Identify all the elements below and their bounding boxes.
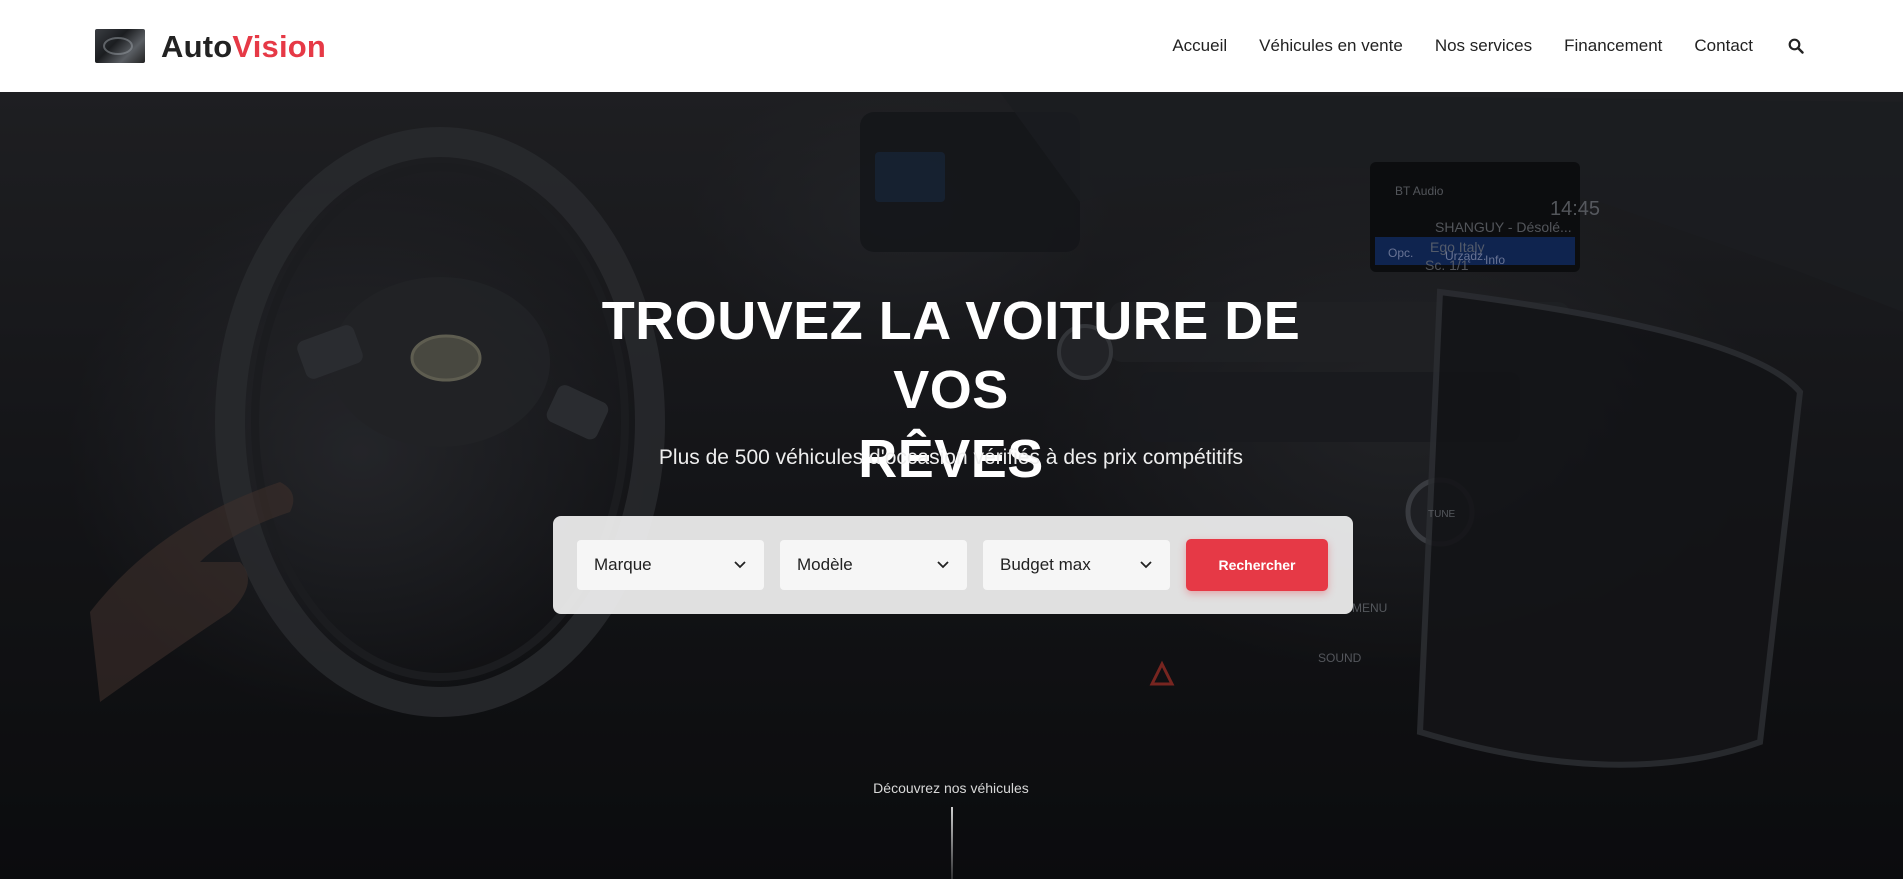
- brand-select-value: Marque: [594, 555, 652, 574]
- site-header: AutoVision Accueil Véhicules en vente No…: [0, 0, 1903, 92]
- chevron-down-icon: [937, 561, 949, 569]
- brand-logo[interactable]: AutoVision: [95, 29, 326, 63]
- nav-item-contact[interactable]: Contact: [1694, 36, 1753, 56]
- scroll-hint-label[interactable]: Découvrez nos véhicules: [751, 780, 1151, 796]
- chevron-down-icon: [734, 561, 746, 569]
- budget-select-value: Budget max: [1000, 555, 1091, 574]
- logo-image: [95, 29, 145, 63]
- nav-item-accueil[interactable]: Accueil: [1172, 36, 1227, 56]
- hero-content: TROUVEZ LA VOITURE DE VOS RÊVES Plus de …: [0, 92, 1903, 879]
- hero-section: BT Audio 14:45 SHANGUY - Désolé... Ego I…: [0, 92, 1903, 879]
- chevron-down-icon: [1140, 561, 1152, 569]
- model-select-value: Modèle: [797, 555, 853, 574]
- nav-item-financement[interactable]: Financement: [1564, 36, 1662, 56]
- brand-name-part1: Auto: [161, 28, 233, 64]
- search-panel: Marque Modèle Budget max Rechercher: [553, 516, 1353, 614]
- model-select[interactable]: Modèle: [780, 540, 967, 590]
- search-button[interactable]: [1785, 35, 1807, 57]
- budget-select[interactable]: Budget max: [983, 540, 1170, 590]
- nav-item-services[interactable]: Nos services: [1435, 36, 1532, 56]
- hero-title-line1: TROUVEZ LA VOITURE DE VOS: [601, 291, 1301, 420]
- brand-select[interactable]: Marque: [577, 540, 764, 590]
- search-submit-button[interactable]: Rechercher: [1186, 539, 1328, 591]
- search-icon: [1788, 38, 1804, 54]
- brand-name-part2: Vision: [232, 28, 327, 64]
- scroll-indicator: [951, 807, 953, 879]
- nav-item-vehicules[interactable]: Véhicules en vente: [1259, 36, 1403, 56]
- main-nav: Accueil Véhicules en vente Nos services …: [1172, 35, 1807, 57]
- hero-subtitle: Plus de 500 véhicules d'occasion vérifié…: [658, 446, 1244, 469]
- brand-name: AutoVision: [161, 31, 326, 62]
